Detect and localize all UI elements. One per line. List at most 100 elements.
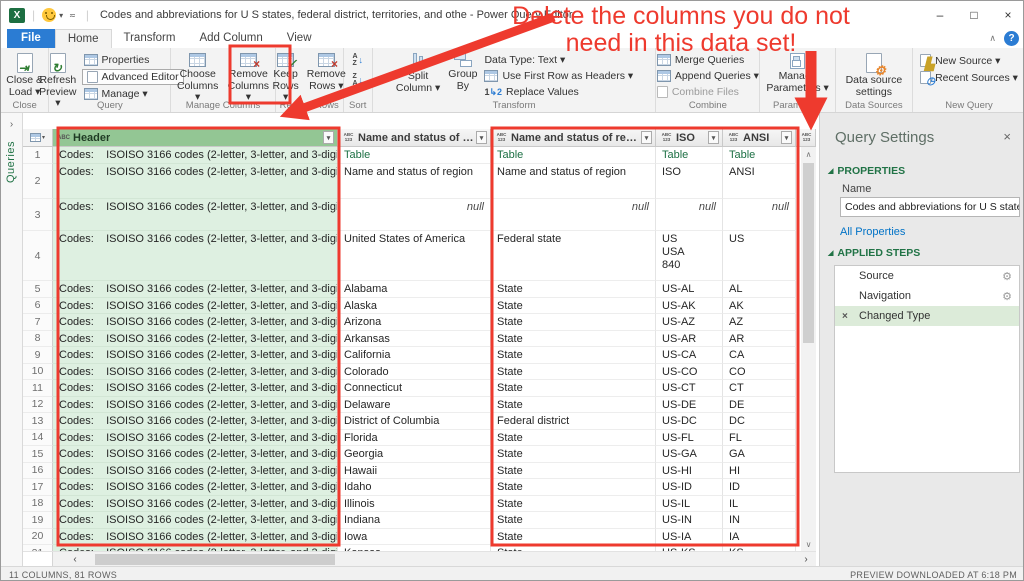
remove-rows-button[interactable]: × Remove Rows ▾: [304, 51, 349, 94]
cell[interactable]: DC: [723, 413, 796, 430]
scroll-up-icon[interactable]: ∧: [801, 147, 816, 161]
data-type-button[interactable]: Data Type: Text ▾: [482, 53, 635, 67]
cell[interactable]: HI: [723, 463, 796, 480]
cell[interactable]: Florida: [338, 430, 491, 447]
filter-dropdown-icon[interactable]: ▾: [476, 131, 487, 144]
filter-dropdown-icon[interactable]: ▾: [781, 131, 792, 144]
row-number[interactable]: 12: [23, 397, 53, 414]
cell[interactable]: Arkansas: [338, 331, 491, 348]
cell[interactable]: State: [491, 430, 656, 447]
cell[interactable]: State: [491, 331, 656, 348]
cell[interactable]: US-AK: [656, 298, 723, 315]
cell[interactable]: null: [723, 199, 796, 231]
split-column-button[interactable]: Split Column ▾: [393, 51, 443, 96]
cell[interactable]: IN: [723, 512, 796, 529]
cell-header[interactable]: Codes: ISOISO 3166 codes (2-letter, 3-le…: [53, 479, 338, 496]
horizontal-scroll-thumb[interactable]: [95, 554, 335, 565]
cell-header[interactable]: Codes: ISOISO 3166 codes (2-letter, 3-le…: [53, 430, 338, 447]
cell[interactable]: US-ID: [656, 479, 723, 496]
manage-button[interactable]: Manage ▾: [82, 87, 184, 101]
row-number[interactable]: 8: [23, 331, 53, 348]
close-panel-icon[interactable]: ×: [1003, 129, 1011, 144]
row-number[interactable]: 15: [23, 446, 53, 463]
cell[interactable]: Alaska: [338, 298, 491, 315]
feedback-smiley-icon[interactable]: [42, 8, 56, 22]
cell[interactable]: Iowa: [338, 529, 491, 546]
cell[interactable]: State: [491, 446, 656, 463]
recent-sources-button[interactable]: ◷ Recent Sources ▾: [918, 70, 1020, 85]
cell[interactable]: US-AL: [656, 281, 723, 298]
cell[interactable]: US-CA: [656, 347, 723, 364]
data-source-settings-button[interactable]: ⚙ Data source settings: [843, 51, 906, 100]
vertical-scroll-thumb[interactable]: [803, 163, 814, 343]
vertical-scrollbar[interactable]: ∧ ∨: [801, 147, 816, 551]
tab-transform[interactable]: Transform: [112, 29, 188, 48]
applied-step-changed-type[interactable]: ×Changed Type: [835, 306, 1019, 326]
cell-header[interactable]: Codes: ISOISO 3166 codes (2-letter, 3-le…: [53, 446, 338, 463]
cell[interactable]: Name and status of region: [491, 164, 656, 199]
cell[interactable]: Hawaii: [338, 463, 491, 480]
cell[interactable]: State: [491, 380, 656, 397]
smiley-dropdown-icon[interactable]: ▾: [59, 11, 63, 20]
cell[interactable]: AZ: [723, 314, 796, 331]
row-number[interactable]: 9: [23, 347, 53, 364]
expand-queries-icon[interactable]: ›: [1, 119, 22, 130]
tab-view[interactable]: View: [275, 29, 324, 48]
manage-parameters-button[interactable]: Manage Parameters ▾: [763, 51, 831, 96]
row-number[interactable]: 1: [23, 147, 53, 164]
cell[interactable]: US-AR: [656, 331, 723, 348]
scroll-left-icon[interactable]: ‹: [67, 552, 83, 567]
quick-access-customize-icon[interactable]: ≂: [69, 11, 76, 20]
step-settings-gear-icon[interactable]: ⚙: [1002, 270, 1012, 283]
cell-header[interactable]: Codes: ISOISO 3166 codes (2-letter, 3-le…: [53, 231, 338, 281]
row-number[interactable]: 17: [23, 479, 53, 496]
cell[interactable]: US-DC: [656, 413, 723, 430]
cell[interactable]: null: [338, 199, 491, 231]
maximize-button[interactable]: □: [957, 1, 991, 29]
column-header-name-and-status-of-region[interactable]: ABC123Name and status of region▾: [338, 129, 491, 147]
cell[interactable]: Federal state: [491, 231, 656, 281]
step-settings-gear-icon[interactable]: ⚙: [1002, 290, 1012, 303]
use-first-row-as-headers-button[interactable]: Use First Row as Headers ▾: [482, 69, 635, 83]
queries-pane-collapsed[interactable]: › Queries: [1, 113, 23, 566]
all-properties-link[interactable]: All Properties: [840, 226, 905, 238]
sort-descending-button[interactable]: ZA↓: [352, 73, 363, 87]
tab-add-column[interactable]: Add Column: [187, 29, 274, 48]
replace-values-button[interactable]: 1↳2 Replace Values: [482, 85, 635, 99]
cell[interactable]: Idaho: [338, 479, 491, 496]
cell[interactable]: Table: [723, 147, 796, 164]
cell-header[interactable]: Codes: ISOISO 3166 codes (2-letter, 3-le…: [53, 512, 338, 529]
cell[interactable]: ANSI: [723, 164, 796, 199]
row-number[interactable]: 11: [23, 380, 53, 397]
cell[interactable]: Georgia: [338, 446, 491, 463]
cell-header[interactable]: Codes: ISOISO 3166 codes (2-letter, 3-le…: [53, 347, 338, 364]
cell[interactable]: State: [491, 496, 656, 513]
cell[interactable]: Indiana: [338, 512, 491, 529]
cell[interactable]: US-IL: [656, 496, 723, 513]
filter-dropdown-icon[interactable]: ▾: [708, 131, 719, 144]
cell[interactable]: Colorado: [338, 364, 491, 381]
row-number[interactable]: 5: [23, 281, 53, 298]
cell[interactable]: Table: [338, 147, 491, 164]
row-number[interactable]: 19: [23, 512, 53, 529]
properties-section-header[interactable]: ◢ PROPERTIES: [828, 165, 905, 177]
cell-header[interactable]: Codes: ISOISO 3166 codes (2-letter, 3-le…: [53, 397, 338, 414]
cell[interactable]: Table: [656, 147, 723, 164]
cell[interactable]: IA: [723, 529, 796, 546]
filter-dropdown-icon[interactable]: ▾: [641, 131, 652, 144]
applied-steps-section-header[interactable]: ◢ APPLIED STEPS: [828, 247, 920, 259]
append-queries-button[interactable]: Append Queries ▾: [655, 69, 761, 83]
cell[interactable]: AL: [723, 281, 796, 298]
cell-header[interactable]: Codes: ISOISO 3166 codes (2-letter, 3-le…: [53, 314, 338, 331]
cell[interactable]: State: [491, 298, 656, 315]
column-header-partial[interactable]: ABC123: [796, 129, 816, 147]
tab-home[interactable]: Home: [55, 29, 112, 48]
merge-queries-button[interactable]: Merge Queries: [655, 53, 761, 67]
cell[interactable]: AK: [723, 298, 796, 315]
keep-rows-button[interactable]: ✓ Keep Rows ▾: [269, 51, 301, 106]
cell[interactable]: State: [491, 281, 656, 298]
applied-step-navigation[interactable]: Navigation⚙: [835, 286, 1019, 306]
row-number[interactable]: 10: [23, 364, 53, 381]
cell[interactable]: null: [491, 199, 656, 231]
cell-header[interactable]: Codes: ISOISO 3166 codes (2-letter, 3-le…: [53, 529, 338, 546]
